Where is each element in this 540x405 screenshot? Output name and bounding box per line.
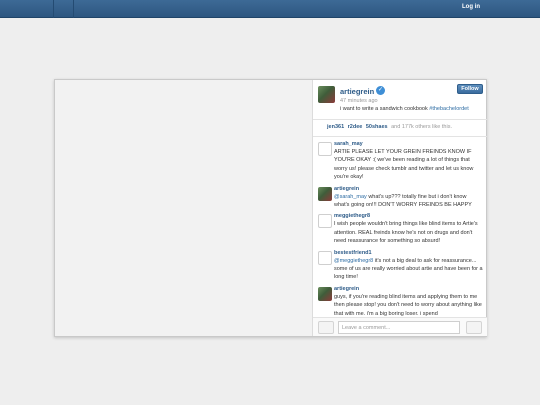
top-nav-bar: Log in [0,0,540,18]
comment-list[interactable]: sarah_may ARTIE PLEASE LET YOUR GREIN FR… [313,137,487,317]
comment-username[interactable]: artiegrein [334,185,483,193]
post-caption: i want to write a sandwich cookbook #the… [340,106,469,112]
login-link[interactable]: Log in [462,4,480,10]
post-modal: artiegrein ✓ 47 minutes ago i want to wr… [54,79,487,337]
comment-text: guys, if you're reading blind items and … [334,293,483,317]
comment-footer [313,317,487,336]
comment-text: ARTIE PLEASE LET YOUR GREIN FREINDS KNOW… [334,148,483,182]
commenter-avatar[interactable] [318,214,332,229]
post-sidebar: artiegrein ✓ 47 minutes ago i want to wr… [313,80,487,336]
comment-username[interactable]: sarah_may [334,140,483,148]
comment-item: artiegrein @sarah_may what's up??? total… [313,185,487,210]
liker-link[interactable]: r2dee [348,124,363,130]
comment-body: I wish people wouldn't bring things like… [334,221,478,245]
follow-button[interactable]: Follow [457,84,483,94]
post-timestamp: 47 minutes ago [340,98,378,104]
commenter-avatar[interactable] [318,186,332,201]
comment-input[interactable] [338,321,460,334]
post-photo[interactable] [55,80,313,336]
comment-body: ARTIE PLEASE LET YOUR GREIN FREINDS KNOW… [334,149,474,181]
caption-text: i want to write a sandwich cookbook [340,106,430,112]
caption-hashtag[interactable]: #thebachelordet [429,106,468,112]
comment-item: sarah_may ARTIE PLEASE LET YOUR GREIN FR… [313,140,487,182]
verified-badge-icon: ✓ [376,86,385,95]
comment-mention[interactable]: @sarah_may [334,194,367,200]
liker-link[interactable]: jen361 [327,124,344,130]
nav-divider [73,0,74,18]
comment-mention[interactable]: @meggiethegr8 [334,258,373,264]
comment-item: artiegrein guys, if you're reading blind… [313,285,487,317]
comment-item: meggiethegr8 I wish people wouldn't brin… [313,212,487,245]
comment-text: @meggiethegr8 it's not a big deal to ask… [334,257,483,282]
commenter-avatar[interactable] [318,250,332,265]
comment-username[interactable]: artiegrein [334,285,483,293]
liker-link[interactable]: 50shaes [366,124,388,130]
comment-username[interactable]: bestestfriend1 [334,249,483,257]
comment-text: @sarah_may what's up??? totally fine but… [334,193,483,210]
nav-divider [53,0,54,18]
comment-username[interactable]: meggiethegr8 [334,212,483,220]
comment-item: bestestfriend1 @meggiethegr8 it's not a … [313,249,487,282]
commenter-avatar[interactable] [318,142,332,156]
commenter-avatar[interactable] [318,286,332,301]
likes-summary: jen361 r2dee 50shaes and 177k others lik… [313,120,487,137]
like-button[interactable] [318,321,334,334]
likes-others-text: and 177k others like this. [391,124,452,130]
owner-avatar[interactable] [318,86,335,103]
comment-text: I wish people wouldn't bring things like… [334,220,483,245]
post-header: artiegrein ✓ 47 minutes ago i want to wr… [313,80,487,120]
owner-username[interactable]: artiegrein [340,87,374,96]
options-button[interactable] [466,321,482,334]
comment-body: guys, if you're reading blind items and … [334,293,482,317]
